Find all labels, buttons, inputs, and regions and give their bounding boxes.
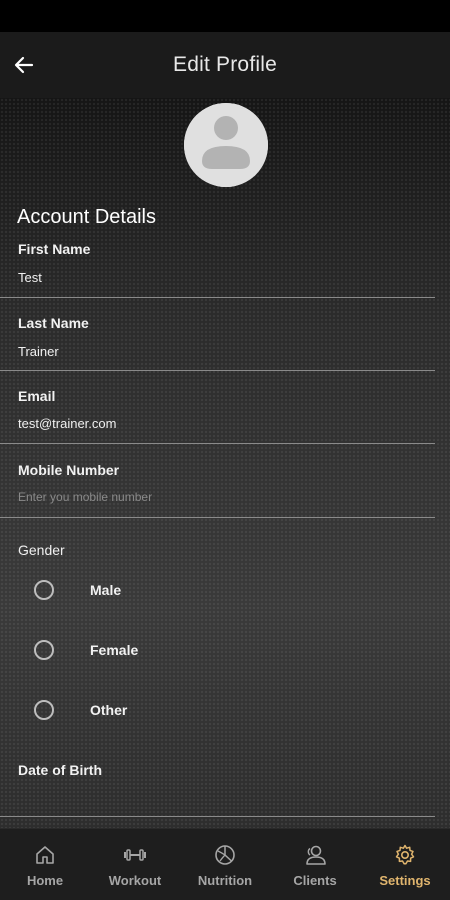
user-placeholder-icon xyxy=(184,103,268,187)
status-bar xyxy=(0,0,450,32)
nav-item-home[interactable]: Home xyxy=(0,829,90,900)
first-name-input[interactable] xyxy=(18,267,428,287)
radio-other-label: Other xyxy=(90,702,128,718)
date-of-birth-underline[interactable] xyxy=(0,816,435,817)
mobile-number-underline xyxy=(0,517,435,518)
mobile-number-input[interactable] xyxy=(18,487,428,507)
radio-male-label: Male xyxy=(90,582,122,598)
radio-other-circle[interactable] xyxy=(34,700,54,720)
arrow-left-icon xyxy=(14,56,34,74)
gender-label: Gender xyxy=(18,542,65,558)
radio-male-circle[interactable] xyxy=(34,580,54,600)
last-name-underline xyxy=(0,370,435,371)
gender-radio-male[interactable]: Male xyxy=(0,570,300,610)
gender-radio-other[interactable]: Other xyxy=(0,690,300,730)
nav-label-nutrition: Nutrition xyxy=(197,873,253,888)
first-name-underline xyxy=(0,297,435,298)
nav-label-workout: Workout xyxy=(108,873,162,888)
nav-item-settings[interactable]: Settings xyxy=(360,829,450,900)
last-name-label: Last Name xyxy=(18,315,89,331)
first-name-label: First Name xyxy=(18,241,91,257)
email-underline xyxy=(0,443,435,444)
radio-female-circle[interactable] xyxy=(34,640,54,660)
nav-label-home: Home xyxy=(26,873,64,888)
clients-icon xyxy=(306,845,326,865)
app-bar: Edit Profile xyxy=(0,32,450,98)
radio-female-label: Female xyxy=(90,642,139,658)
back-button[interactable] xyxy=(8,49,40,81)
nav-item-workout[interactable]: Workout xyxy=(90,829,180,900)
nav-label-clients: Clients xyxy=(293,873,337,888)
section-title: Account Details xyxy=(17,206,156,228)
gear-icon xyxy=(395,844,415,865)
date-of-birth-label: Date of Birth xyxy=(18,762,102,778)
nav-item-clients[interactable]: Clients xyxy=(270,829,360,900)
home-icon xyxy=(36,846,54,864)
gender-radio-female[interactable]: Female xyxy=(0,630,300,670)
page-title: Edit Profile xyxy=(173,53,277,76)
email-input[interactable] xyxy=(18,413,428,433)
bottom-navigation: Home Workout Nutrition Clients Settings xyxy=(0,828,450,900)
email-label: Email xyxy=(18,388,56,404)
nav-item-nutrition[interactable]: Nutrition xyxy=(180,829,270,900)
dumbbell-icon xyxy=(124,849,146,861)
edit-profile-form: Account Details First Name Last Name Ema… xyxy=(0,98,450,828)
last-name-input[interactable] xyxy=(18,341,428,361)
avatar[interactable] xyxy=(184,103,268,187)
mobile-number-label: Mobile Number xyxy=(18,462,120,478)
nutrition-icon xyxy=(215,845,235,865)
nav-label-settings: Settings xyxy=(379,873,431,888)
